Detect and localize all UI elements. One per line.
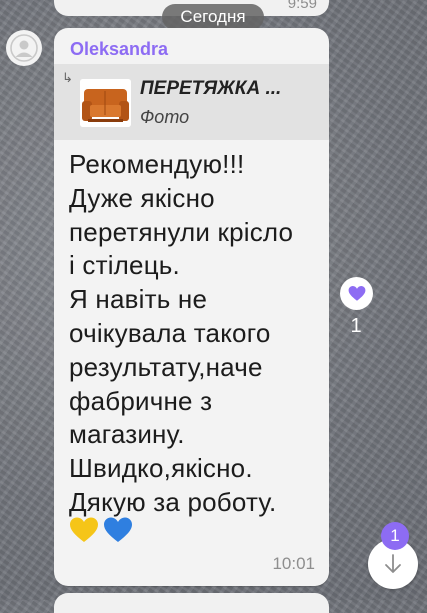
reply-arrow-icon: ↳ — [62, 70, 73, 85]
reaction-button[interactable] — [340, 277, 373, 310]
reply-quote[interactable]: ↳ ПЕРЕТЯЖКА ... Фото — [54, 64, 329, 140]
next-message-bubble[interactable] — [54, 593, 329, 613]
blue-heart-icon — [104, 517, 133, 542]
message-line: Дуже якісно — [69, 182, 215, 213]
message-line: і стілець. — [69, 250, 180, 281]
message-line: перетянули крісло — [69, 216, 294, 247]
purple-heart-icon — [348, 286, 365, 301]
user-avatar-icon — [10, 34, 38, 62]
message-line: Дякую за роботу. — [69, 486, 277, 517]
unread-badge: 1 — [381, 522, 409, 550]
yellow-heart-icon — [70, 517, 98, 542]
previous-message-time: 9:59 — [287, 0, 317, 12]
reply-subtitle: Фото — [140, 107, 190, 127]
reply-title: ПЕРЕТЯЖКА ... — [140, 78, 282, 99]
message-line: фабричне з — [69, 385, 213, 416]
sender-name[interactable]: Oleksandra — [70, 39, 168, 60]
message-line: Рекомендую!!! — [69, 149, 245, 179]
avatar[interactable] — [6, 30, 42, 66]
arrow-down-icon — [385, 554, 401, 573]
date-divider: Сегодня — [162, 4, 264, 30]
emoji-row — [69, 516, 133, 550]
message-time: 10:01 — [272, 554, 315, 573]
message-line: магазину. — [69, 419, 185, 450]
message-bubble[interactable]: Oleksandra ↳ ПЕРЕТЯЖКА ... Фото Рекоменд… — [54, 28, 329, 586]
sofa-photo-thumbnail — [80, 79, 131, 127]
message-line: результату,наче — [69, 351, 263, 382]
message-line: очікувала такого — [69, 317, 271, 348]
message-text: Рекомендую!!! Дуже якісно перетянули крі… — [69, 148, 324, 520]
reaction-count: 1 — [350, 315, 362, 337]
message-line: Швидко,якісно. — [69, 453, 253, 484]
message-line: Я навіть не — [69, 284, 208, 315]
